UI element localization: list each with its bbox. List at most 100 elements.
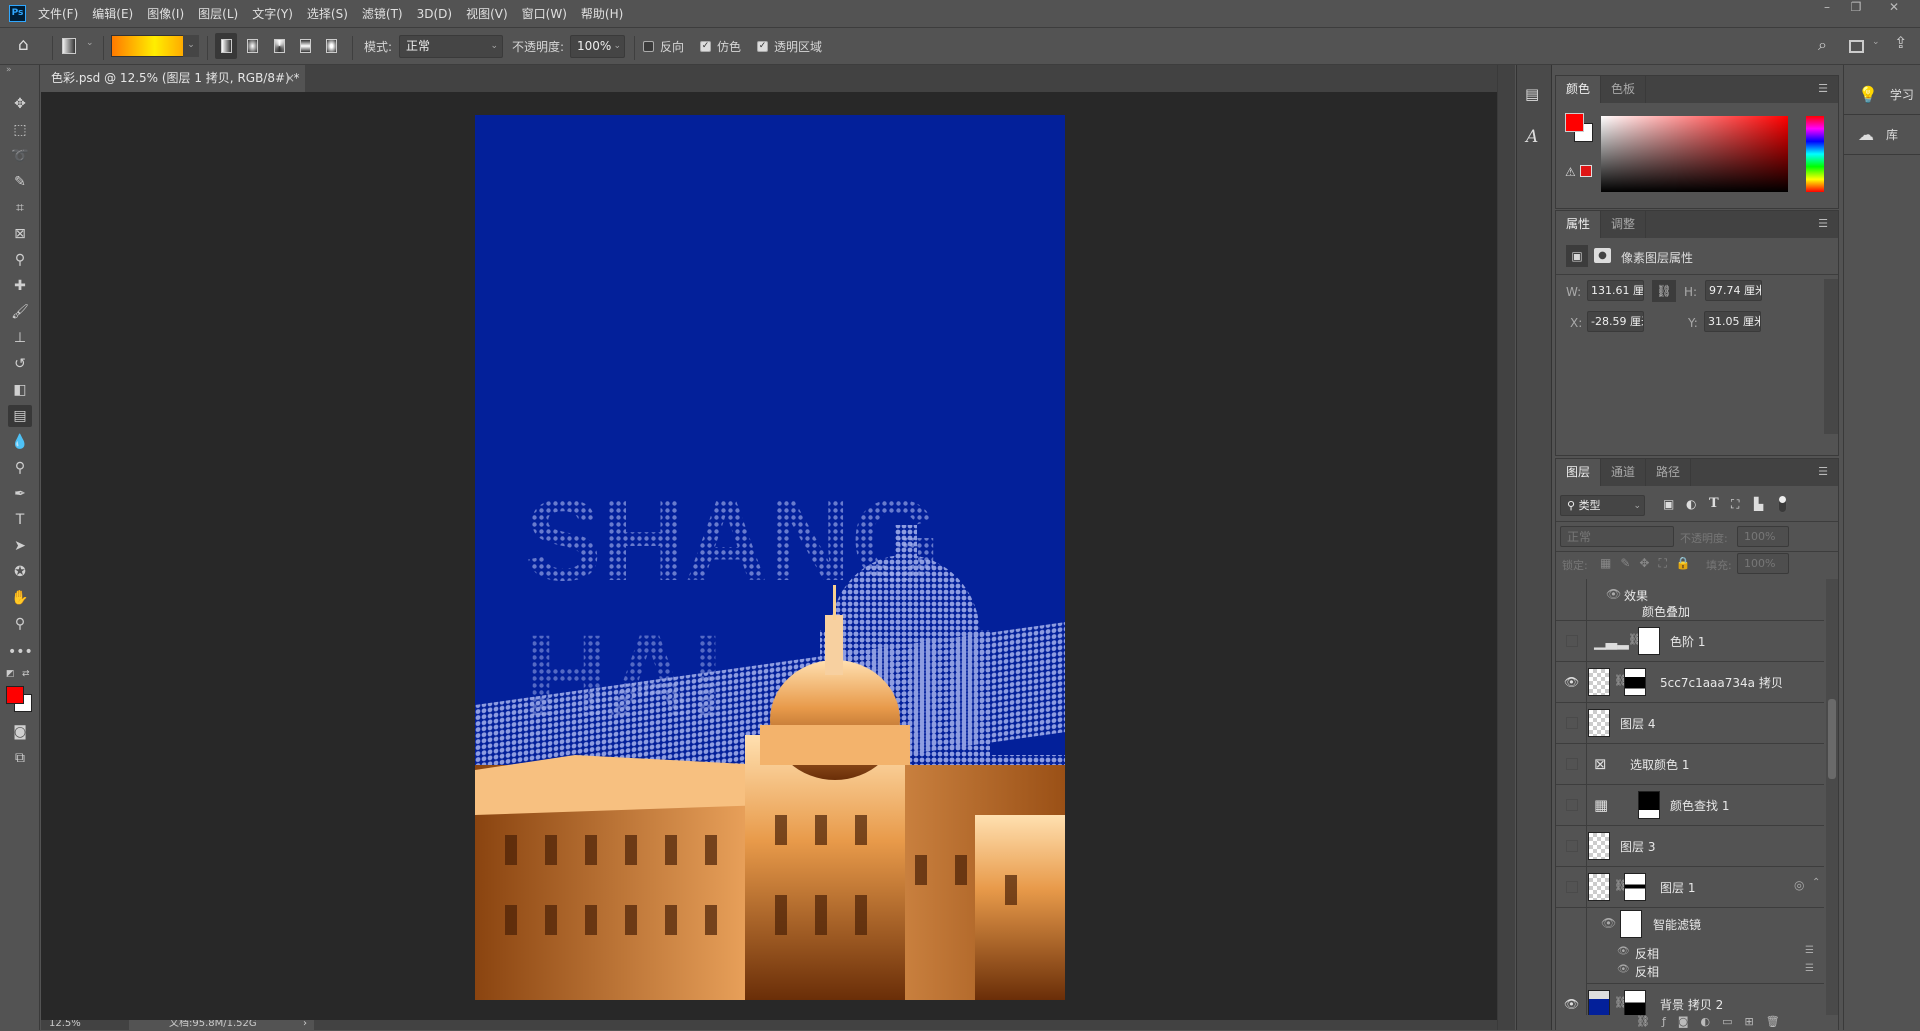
layer-name[interactable]: 选取颜色 1 (1630, 756, 1689, 773)
document-canvas[interactable]: SHANG HAI (475, 115, 1065, 1000)
layer-row-background-copy-2[interactable]: 👁 ⛓ 背景 拷贝 2 (1556, 984, 1824, 1019)
chevron-down-icon[interactable]: ⌄ (86, 38, 94, 48)
visibility-toggle[interactable] (1566, 758, 1578, 770)
layer-filter-select[interactable]: ⚲ 类型 ⌄ (1560, 495, 1645, 516)
layer-name[interactable]: 图层 4 (1620, 715, 1655, 732)
learn-button[interactable]: 💡 学习 (1844, 75, 1920, 115)
diamond-gradient-icon[interactable] (326, 39, 337, 53)
filter-options-icon[interactable]: ☰ (1805, 963, 1814, 974)
tab-adjustments[interactable]: 调整 (1601, 211, 1647, 238)
filter-adjustment-icon[interactable]: ◐ (1686, 497, 1696, 511)
character-panel-icon[interactable]: A (1526, 127, 1538, 147)
gradient-dropdown-icon[interactable]: ⌄ (183, 35, 199, 57)
visibility-toggle[interactable] (1566, 635, 1578, 647)
color-field[interactable] (1601, 116, 1788, 192)
height-input[interactable]: 97.74 厘米 (1705, 280, 1762, 301)
layer-row-selective-color[interactable]: ⊠ 选取颜色 1 (1556, 744, 1824, 785)
smart-filter-mask[interactable] (1620, 910, 1642, 938)
menu-edit[interactable]: 编辑(E) (92, 5, 133, 22)
tab-swatches[interactable]: 色板 (1601, 76, 1647, 103)
share-icon[interactable]: ⇪ (1894, 33, 1907, 52)
menu-image[interactable]: 图像(I) (147, 5, 184, 22)
layer-mask-thumbnail[interactable] (1638, 791, 1660, 819)
history-brush-tool-icon[interactable]: ↺ (8, 353, 32, 375)
layer-name[interactable]: 图层 3 (1620, 838, 1655, 855)
layer-mask-thumbnail[interactable] (1638, 627, 1660, 655)
layer-thumbnail[interactable] (1588, 990, 1610, 1018)
layer-row-5cc7c1aaa734a-copy[interactable]: 👁 ⛓ 5cc7c1aaa734a 拷贝 (1556, 662, 1824, 703)
blur-tool-icon[interactable]: 💧 (8, 431, 32, 453)
menu-layer[interactable]: 图层(L) (198, 5, 238, 22)
filter-options-icon[interactable]: ☰ (1805, 945, 1814, 956)
layer-row-color-lookup[interactable]: ▦ 颜色查找 1 (1556, 785, 1824, 826)
layers-bottom-toolbar[interactable]: ⛓ƒ◙◐▭⊞🗑 (1556, 1015, 1838, 1031)
type-tool-icon[interactable]: T (8, 509, 32, 531)
panel-menu-icon[interactable]: ☰ (1818, 466, 1828, 477)
workspace-icon[interactable] (1849, 40, 1864, 53)
tab-layers[interactable]: 图层 (1556, 459, 1602, 486)
swap-colors-icon[interactable]: ⇄ (22, 669, 30, 679)
eyedropper-tool-icon[interactable]: ⚲ (8, 249, 32, 271)
effect-color-overlay[interactable]: 颜色叠加 (1642, 603, 1690, 620)
effects-row[interactable]: 👁 效果 颜色叠加 (1556, 583, 1824, 621)
healing-brush-tool-icon[interactable]: ✚ (8, 275, 32, 297)
layer-name[interactable]: 颜色查找 1 (1670, 797, 1729, 814)
layer-row-layer-4[interactable]: 图层 4 (1556, 703, 1824, 744)
collapse-icon[interactable]: ⌃ (1812, 877, 1820, 888)
canvas-area[interactable]: SHANG HAI (41, 92, 1497, 1020)
hue-slider[interactable] (1806, 116, 1824, 192)
effects-eye-icon[interactable]: 👁 (1606, 587, 1621, 601)
menu-filter[interactable]: 滤镜(T) (362, 5, 403, 22)
frame-tool-icon[interactable]: ⊠ (8, 223, 32, 245)
layer-thumbnail[interactable] (1588, 668, 1610, 696)
screen-mode-icon[interactable]: ⧉ (8, 747, 32, 769)
workspace-chevron-icon[interactable]: ⌄ (1872, 37, 1880, 47)
gamut-color-swatch[interactable] (1580, 165, 1592, 177)
default-colors-icon[interactable]: ◩ (6, 669, 15, 679)
history-panel-icon[interactable]: ▤ (1525, 85, 1539, 103)
panel-menu-icon[interactable]: ☰ (1818, 83, 1828, 94)
menu-select[interactable]: 选择(S) (307, 5, 348, 22)
layer-thumbnail[interactable] (1588, 873, 1610, 901)
gradient-tool-icon[interactable]: ▤ (8, 405, 32, 427)
eraser-tool-icon[interactable]: ◧ (8, 379, 32, 401)
dither-checkbox[interactable]: ✓ (700, 41, 711, 52)
filter-eye-icon[interactable]: 👁 (1617, 946, 1630, 957)
filter-shape-icon[interactable]: ⛶ (1731, 497, 1739, 512)
restore-button[interactable]: ❐ (1842, 0, 1870, 17)
layer-opacity-input[interactable]: 100% (1737, 526, 1789, 547)
menu-view[interactable]: 视图(V) (466, 5, 508, 22)
libraries-button[interactable]: ☁ 库 (1844, 115, 1920, 155)
expand-icon[interactable]: » (6, 65, 12, 75)
visibility-toggle[interactable] (1566, 840, 1578, 852)
layer-mask-thumbnail[interactable] (1624, 873, 1646, 901)
opacity-input[interactable]: 100% ⌄ (570, 35, 625, 58)
path-selection-tool-icon[interactable]: ➤ (8, 535, 32, 557)
hand-tool-icon[interactable]: ✋ (8, 587, 32, 609)
filter-smart-object-icon[interactable]: ▙ (1754, 497, 1763, 511)
vertical-scrollbar[interactable] (1497, 65, 1515, 1030)
layer-mask-thumbnail[interactable] (1624, 990, 1646, 1018)
lasso-tool-icon[interactable]: ➰ (8, 145, 32, 167)
transparency-checkbox[interactable]: ✓ (757, 41, 768, 52)
visibility-toggle[interactable] (1566, 881, 1578, 893)
tab-paths[interactable]: 路径 (1646, 459, 1692, 486)
move-tool-icon[interactable]: ✥ (8, 93, 32, 115)
link-icon[interactable]: ⛓ (1652, 280, 1676, 302)
mode-select[interactable]: 正常 ⌄ (399, 35, 503, 58)
more-tools-icon[interactable]: ••• (8, 641, 33, 663)
width-input[interactable]: 131.61 厘米 (1587, 280, 1644, 301)
foreground-color-swatch[interactable] (1565, 113, 1584, 132)
radial-gradient-icon[interactable] (247, 39, 258, 53)
layer-thumbnail[interactable] (1588, 832, 1610, 860)
layer-name[interactable]: 背景 拷贝 2 (1660, 996, 1723, 1013)
custom-shape-tool-icon[interactable]: ✪ (8, 561, 32, 583)
layer-row-layer-1[interactable]: ⛓ 图层 1 ◎ ⌃ (1556, 867, 1824, 908)
smart-filter-invert[interactable]: 反相 (1635, 963, 1659, 980)
marquee-tool-icon[interactable]: ⬚ (8, 119, 32, 141)
close-window-button[interactable]: ✕ (1880, 0, 1908, 17)
filter-type-icon[interactable]: T (1709, 496, 1719, 511)
document-tab[interactable]: 色彩.psd @ 12.5% (图层 1 拷贝, RGB/8#) * × (40, 65, 305, 92)
layer-name[interactable]: 5cc7c1aaa734a 拷贝 (1660, 674, 1783, 691)
tool-preset-icon[interactable] (62, 38, 76, 54)
